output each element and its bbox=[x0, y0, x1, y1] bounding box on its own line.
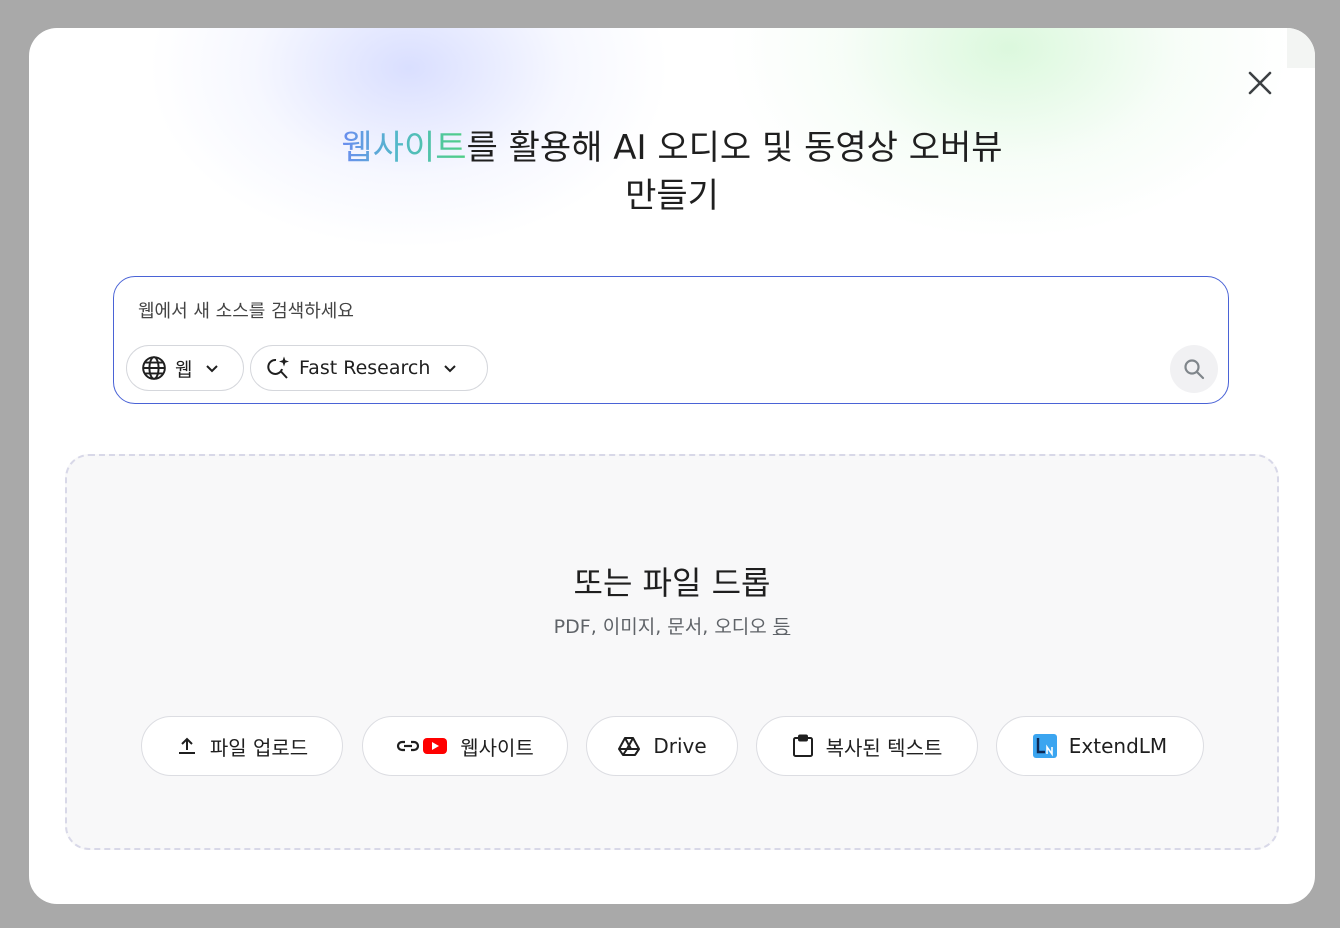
drive-source-button[interactable]: Drive bbox=[586, 716, 738, 776]
link-icon bbox=[397, 740, 420, 752]
globe-icon bbox=[142, 356, 166, 380]
dialog-headline: 웹사이트를 활용해 AI 오디오 및 동영상 오버뷰 만들기 bbox=[29, 124, 1315, 220]
close-button[interactable] bbox=[1243, 66, 1277, 100]
drive-source-label: Drive bbox=[653, 734, 707, 758]
more-formats-link[interactable]: 등 bbox=[773, 616, 790, 638]
headline-text: 를 활용해 AI 오디오 및 동영상 오버뷰 bbox=[466, 128, 1003, 168]
drop-title: 또는 파일 드롭 bbox=[573, 564, 771, 602]
extendlm-source-button[interactable]: ExtendLM bbox=[996, 716, 1204, 776]
upload-file-label: 파일 업로드 bbox=[209, 735, 309, 760]
web-search-box: 웹 Fast Research bbox=[113, 276, 1229, 404]
headline-line2: 만들기 bbox=[625, 176, 719, 216]
extendlm-source-label: ExtendLM bbox=[1068, 734, 1168, 758]
source-type-dropdown[interactable]: 웹 bbox=[126, 345, 244, 391]
website-source-label: 웹사이트 bbox=[460, 735, 534, 760]
source-type-label: 웹 bbox=[175, 358, 193, 381]
research-mode-label: Fast Research bbox=[299, 357, 431, 379]
clipboard-icon bbox=[792, 734, 813, 757]
paste-text-button[interactable]: 복사된 텍스트 bbox=[756, 716, 978, 776]
search-submit-button[interactable] bbox=[1170, 345, 1218, 393]
upload-icon bbox=[178, 737, 195, 754]
supported-formats: PDF, 이미지, 문서, 오디오 bbox=[553, 616, 767, 638]
chevron-down-icon bbox=[206, 365, 219, 373]
research-mode-dropdown[interactable]: Fast Research bbox=[250, 345, 488, 391]
headline-highlight: 웹사이트 bbox=[341, 128, 467, 168]
search-input[interactable] bbox=[136, 295, 1040, 327]
sparkle-search-icon bbox=[267, 356, 289, 379]
corner-fade bbox=[1287, 28, 1315, 68]
upload-file-button[interactable]: 파일 업로드 bbox=[141, 716, 343, 776]
chevron-down-icon bbox=[444, 365, 457, 373]
paste-text-label: 복사된 텍스트 bbox=[825, 735, 943, 760]
add-source-dialog: 웹사이트를 활용해 AI 오디오 및 동영상 오버뷰 만들기 웹에서 새 소스를… bbox=[29, 28, 1315, 904]
drive-icon bbox=[618, 737, 641, 756]
extendlm-icon bbox=[1032, 734, 1057, 758]
youtube-icon bbox=[423, 738, 448, 754]
close-icon bbox=[1248, 71, 1272, 95]
search-icon bbox=[1184, 359, 1205, 380]
website-source-button[interactable]: 웹사이트 bbox=[362, 716, 568, 776]
file-drop-zone[interactable]: 또는 파일 드롭 PDF, 이미지, 문서, 오디오 등 파일 업로드 웹사이트… bbox=[65, 454, 1279, 850]
drop-subtitle: PDF, 이미지, 문서, 오디오 등 bbox=[67, 612, 1277, 639]
